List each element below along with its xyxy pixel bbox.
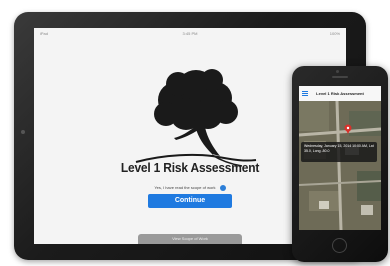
ipad-status-bar: iPad 3:45 PM 100% (34, 28, 346, 38)
status-battery: 100% (329, 31, 340, 36)
satellite-map[interactable] (299, 101, 381, 230)
continue-button[interactable]: Continue (148, 194, 232, 208)
tree-logo-icon (135, 69, 257, 167)
home-button[interactable] (332, 238, 347, 253)
checkmark-icon[interactable] (219, 185, 226, 191)
iphone-camera (336, 70, 339, 73)
iphone-device: Level 1 Risk Assessment Wednesday, Janua… (292, 66, 388, 262)
location-callout[interactable]: Wednesday, January 15, 2014 10:00 AM, La… (301, 142, 377, 162)
page-title: Level 1 Risk Assessment (120, 160, 260, 175)
map-pin-icon[interactable] (343, 124, 353, 134)
iphone-screen: Level 1 Risk Assessment Wednesday, Janua… (299, 86, 381, 230)
iphone-speaker (332, 76, 348, 78)
nav-title: Level 1 Risk Assessment (316, 91, 364, 96)
status-time: 3:45 PM (182, 31, 198, 36)
ipad-camera (21, 130, 25, 134)
scope-confirm-label: Yes, I have read the scope of work (154, 185, 216, 191)
iphone-navbar: Level 1 Risk Assessment (299, 86, 381, 102)
view-scope-button[interactable]: View Scope of Work (138, 234, 242, 244)
